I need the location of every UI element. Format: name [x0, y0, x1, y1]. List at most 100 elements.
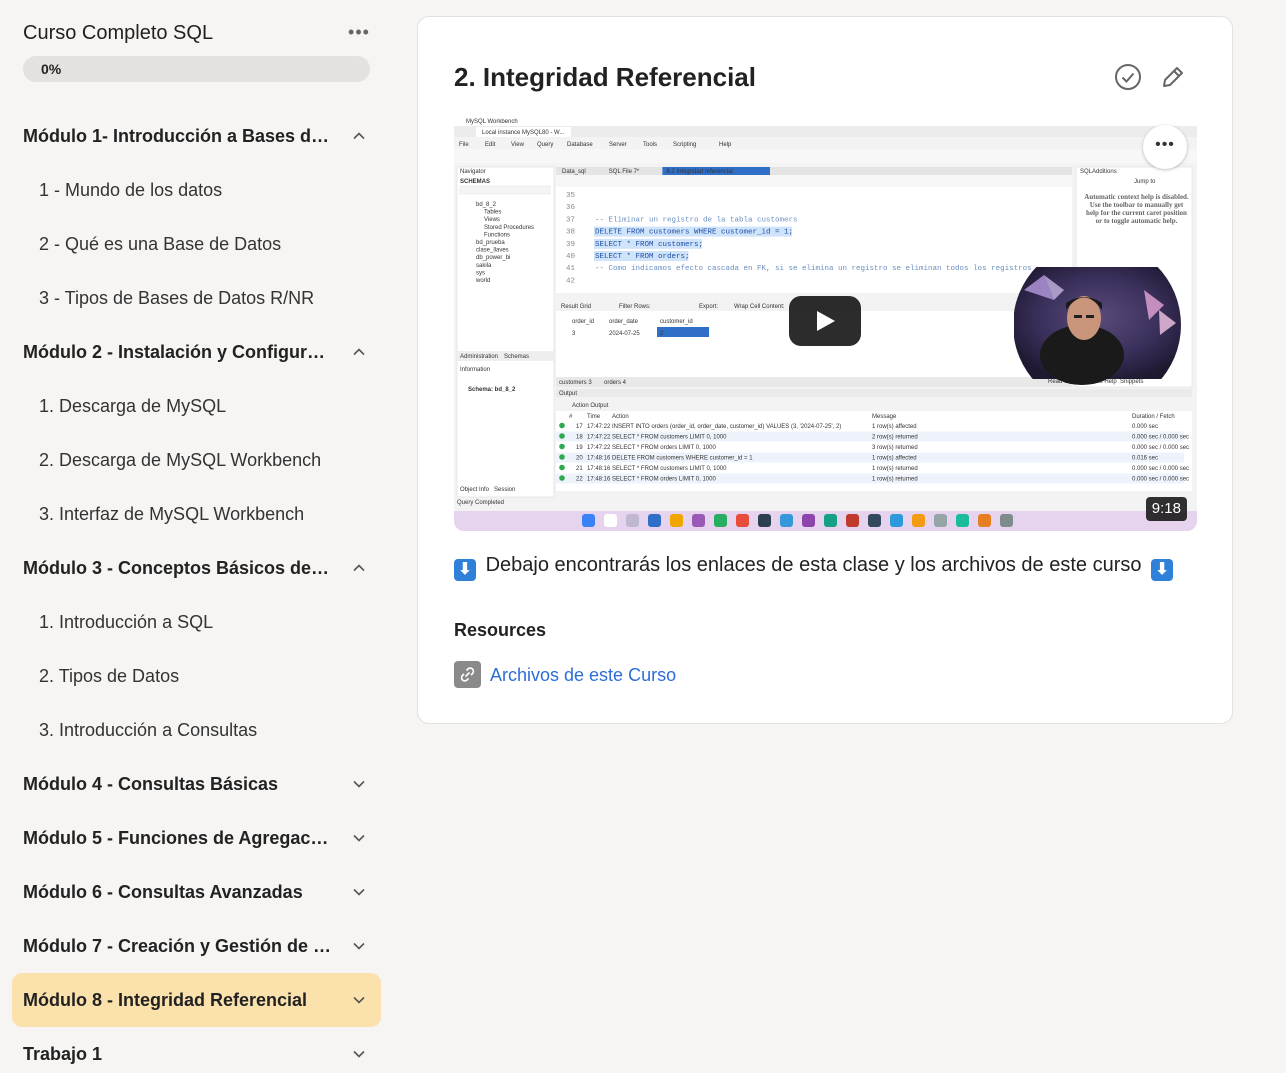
video-schema-item: db_power_bi — [476, 255, 510, 261]
chevron-down-icon — [353, 888, 365, 896]
success-icon — [559, 475, 565, 481]
more-horizontal-icon[interactable]: ••• — [347, 22, 371, 42]
module-8-active[interactable]: Módulo 8 - Integridad Referencial — [12, 973, 381, 1027]
svg-text:customers 3: customers 3 — [559, 380, 592, 386]
taskbar-app-icon — [934, 514, 947, 527]
video-menu-item: Tools — [643, 142, 657, 148]
module-label: Módulo 6 - Consultas Avanzadas — [23, 882, 303, 902]
module-trabajo-1[interactable]: Trabajo 1 — [12, 1027, 381, 1073]
video-output-message: 1 row(s) returned — [872, 477, 918, 483]
lesson-item[interactable]: 1. Introducción a SQL — [39, 610, 369, 640]
module-label: Trabajo 1 — [23, 1044, 103, 1064]
video-output-duration: 0.000 sec — [1132, 424, 1158, 430]
video-menu-item: View — [511, 142, 525, 148]
taskbar-app-icon — [648, 514, 661, 527]
svg-text:Schemas: Schemas — [504, 354, 529, 360]
video-output-time: 17:48:16 — [587, 477, 611, 483]
taskbar-app-icon — [758, 514, 771, 527]
video-code-line: DELETE FROM customers WHERE customer_id … — [595, 229, 793, 237]
svg-text:Duration / Fetch: Duration / Fetch — [1132, 414, 1175, 420]
video-menu-item: Database — [567, 142, 593, 148]
video-output-number: 20 — [576, 456, 583, 462]
lesson-item[interactable]: 2. Tipos de Datos — [39, 664, 369, 694]
video-output-message: 1 row(s) affected — [872, 456, 917, 462]
svg-text:Action Output: Action Output — [572, 403, 609, 409]
svg-text:Result Grid: Result Grid — [561, 304, 591, 310]
pencil-icon[interactable] — [1158, 62, 1188, 92]
video-thumbnail: MySQL Workbench Local instance MySQL80 -… — [454, 115, 1197, 531]
lesson-item[interactable]: 2. Descarga de MySQL Workbench — [39, 448, 369, 478]
video-output-log: 17 17:47:22 INSERT INTO orders (order_id, … — [556, 422, 1189, 484]
module-label: Módulo 1- Introducción a Bases de … — [23, 126, 333, 146]
chevron-down-icon — [353, 780, 365, 788]
lesson-item[interactable]: 3. Introducción a Consultas — [39, 718, 369, 748]
video-line-number: 40 — [566, 253, 576, 261]
course-sidebar: Curso Completo SQL ••• 0% Módulo 1- Intr… — [0, 0, 394, 1073]
video-menu-item: Edit — [485, 142, 496, 148]
video-output-message: 1 row(s) returned — [872, 466, 918, 472]
module-1[interactable]: Módulo 1- Introducción a Bases de … — [12, 109, 381, 163]
video-line-number: 36 — [566, 204, 576, 212]
svg-text:SCHEMAS: SCHEMAS — [460, 179, 490, 185]
taskbar-app-icon — [912, 514, 925, 527]
lesson-card: 2. Integridad Referencial MySQL Workbenc… — [417, 16, 1233, 724]
video-output-number: 19 — [576, 445, 583, 451]
play-icon[interactable] — [789, 296, 861, 346]
lesson-item[interactable]: 1. Descarga de MySQL — [39, 394, 369, 424]
svg-text:Action: Action — [612, 414, 629, 420]
video-output-duration: 0.000 sec / 0.000 sec — [1132, 445, 1189, 451]
svg-text:Output: Output — [559, 391, 577, 397]
video-menu-item: Scripting — [673, 142, 696, 148]
taskbar-app-icon — [890, 514, 903, 527]
description-text: Debajo encontrarás los enlaces de esta c… — [485, 554, 1142, 576]
chevron-down-icon — [353, 996, 365, 1004]
video-line-number: 35 — [566, 192, 576, 200]
video-schema-item: sys — [476, 270, 485, 276]
video-menu-item: Query — [537, 142, 553, 148]
check-circle-icon[interactable] — [1113, 62, 1143, 92]
lesson-item[interactable]: 3. Interfaz de MySQL Workbench — [39, 502, 369, 532]
video-menu-item: File — [459, 142, 469, 148]
module-6[interactable]: Módulo 6 - Consultas Avanzadas — [12, 865, 381, 919]
svg-text:Information: Information — [460, 367, 490, 373]
lesson-title: 2. Integridad Referencial — [454, 62, 756, 92]
video-schema-info: Schema: bd_8_2 — [468, 387, 516, 393]
chevron-down-icon — [353, 1050, 365, 1058]
video-menu-item: Help — [719, 142, 732, 148]
video-schema-item: Tables — [484, 210, 501, 216]
success-icon — [559, 443, 565, 450]
video-schema-item: clase_llaves — [476, 248, 509, 254]
video-result-header: order_id — [572, 319, 594, 325]
module-4[interactable]: Módulo 4 - Consultas Básicas — [12, 757, 381, 811]
module-7[interactable]: Módulo 7 - Creación y Gestión de T… — [12, 919, 381, 973]
down-arrow-icon: ⬇ — [454, 559, 476, 581]
video-editor-tab: Data_sql — [562, 169, 586, 175]
module-5[interactable]: Módulo 5 - Funciones de Agregación — [12, 811, 381, 865]
module-2[interactable]: Módulo 2 - Instalación y Configurac… — [12, 325, 381, 379]
module-label: Módulo 3 - Conceptos Básicos de S… — [23, 558, 333, 578]
video-player[interactable]: MySQL Workbench Local instance MySQL80 -… — [454, 115, 1197, 531]
lesson-item[interactable]: 1 - Mundo de los datos — [39, 178, 369, 208]
video-output-duration: 0.016 sec — [1132, 456, 1158, 462]
video-output-number: 22 — [576, 477, 583, 483]
lesson-item[interactable]: 2 - Qué es una Base de Datos — [39, 232, 369, 262]
video-line-number: 41 — [566, 265, 576, 273]
video-output-message: 1 row(s) affected — [872, 424, 917, 430]
video-window-title: MySQL Workbench — [466, 119, 518, 125]
chevron-down-icon — [353, 942, 365, 950]
module-3[interactable]: Módulo 3 - Conceptos Básicos de S… — [12, 541, 381, 595]
video-result-header: customer_id — [660, 319, 693, 325]
video-schema-item: world — [475, 278, 490, 284]
video-more-button[interactable]: ••• — [1143, 125, 1187, 169]
resource-link-label[interactable]: Archivos de este Curso — [490, 663, 676, 687]
lesson-item[interactable]: 3 - Tipos de Bases de Datos R/NR — [39, 286, 369, 316]
video-line-number: 42 — [566, 277, 575, 285]
svg-text:Object Info: Object Info — [460, 487, 490, 493]
svg-text:Wrap Cell Content:: Wrap Cell Content: — [734, 304, 785, 310]
video-output-action: SELECT * FROM orders LIMIT 0, 1000 — [612, 445, 716, 451]
success-icon — [559, 454, 565, 460]
module-label: Módulo 7 - Creación y Gestión de T… — [23, 936, 333, 956]
taskbar-app-icon — [604, 514, 617, 527]
video-schema-item: bd_prueba — [476, 240, 505, 246]
chevron-down-icon — [353, 834, 365, 842]
